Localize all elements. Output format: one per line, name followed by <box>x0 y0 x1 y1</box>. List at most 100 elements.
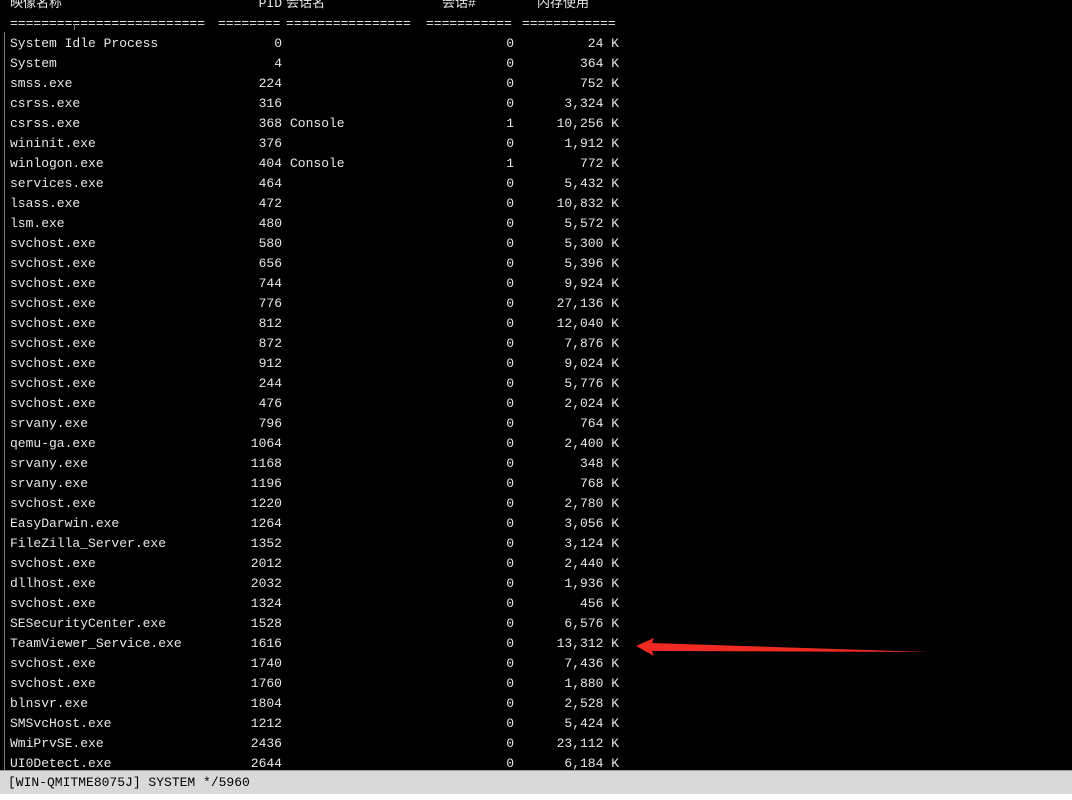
process-name: SESecurityCenter.exe <box>10 616 167 631</box>
table-row: System Idle Process 0 0 24 K <box>0 34 640 54</box>
header-image-name: 映像名称 <box>10 0 63 11</box>
table-row: svchost.exe 1760 0 1,880 K <box>0 674 640 694</box>
process-session-num: 0 <box>506 556 514 571</box>
status-bar-text: [WIN-QMITME8075J] SYSTEM */5960 <box>8 775 250 790</box>
status-bar-divider <box>74 24 75 30</box>
process-mem-usage: 1,880 K <box>564 676 619 691</box>
process-mem-usage: 9,924 K <box>564 276 619 291</box>
process-session-num: 0 <box>506 136 514 151</box>
header-session-name: 会话名 <box>286 0 326 11</box>
table-row: services.exe 464 0 5,432 K <box>0 174 640 194</box>
process-mem-usage: 23,112 K <box>556 736 619 751</box>
process-name: svchost.exe <box>10 596 96 611</box>
process-mem-usage: 7,436 K <box>564 656 619 671</box>
process-name: svchost.exe <box>10 556 96 571</box>
process-pid: 472 <box>258 196 282 211</box>
process-name: svchost.exe <box>10 256 96 271</box>
process-session-num: 0 <box>506 356 514 371</box>
table-row: EasyDarwin.exe 1264 0 3,056 K <box>0 514 640 534</box>
header-pid: PID <box>258 0 282 11</box>
process-session-num: 1 <box>506 116 514 131</box>
process-session-num: 0 <box>506 516 514 531</box>
process-session-name: Console <box>290 116 345 131</box>
process-name: services.exe <box>10 176 104 191</box>
table-row: SESecurityCenter.exe 1528 0 6,576 K <box>0 614 640 634</box>
process-mem-usage: 1,912 K <box>564 136 619 151</box>
table-row: svchost.exe 872 0 7,876 K <box>0 334 640 354</box>
bottom-strip <box>0 794 1072 800</box>
process-pid: 2012 <box>250 556 282 571</box>
process-session-num: 0 <box>506 736 514 751</box>
table-row: FileZilla_Server.exe 1352 0 3,124 K <box>0 534 640 554</box>
process-name: svchost.exe <box>10 396 96 411</box>
process-mem-usage: 6,576 K <box>564 616 619 631</box>
process-pid: 796 <box>258 416 282 431</box>
process-name: blnsvr.exe <box>10 696 89 711</box>
process-mem-usage: 12,040 K <box>556 316 619 331</box>
process-name: WmiPrvSE.exe <box>10 736 104 751</box>
table-row: svchost.exe 912 0 9,024 K <box>0 354 640 374</box>
header-mem-usage: 内存使用 <box>537 0 590 11</box>
process-mem-usage: 1,936 K <box>564 576 619 591</box>
process-pid: 2436 <box>250 736 282 751</box>
table-row: smss.exe 224 0 752 K <box>0 74 640 94</box>
process-mem-usage: 456 K <box>579 596 619 611</box>
process-mem-usage: 24 K <box>587 36 619 51</box>
table-row: srvany.exe 1168 0 348 K <box>0 454 640 474</box>
process-mem-usage: 772 K <box>579 156 619 171</box>
separator-session-num: =========== <box>426 16 512 31</box>
process-name: lsm.exe <box>10 216 65 231</box>
process-name: svchost.exe <box>10 336 96 351</box>
process-pid: 1616 <box>250 636 282 651</box>
process-mem-usage: 5,432 K <box>564 176 619 191</box>
process-pid: 1804 <box>250 696 282 711</box>
process-session-num: 0 <box>506 276 514 291</box>
process-session-num: 0 <box>506 716 514 731</box>
process-name: csrss.exe <box>10 116 81 131</box>
process-session-num: 0 <box>506 176 514 191</box>
process-session-num: 0 <box>506 296 514 311</box>
process-pid: 656 <box>258 256 282 271</box>
process-mem-usage: 5,776 K <box>564 376 619 391</box>
process-mem-usage: 2,780 K <box>564 496 619 511</box>
process-pid: 1168 <box>250 456 282 471</box>
process-session-num: 0 <box>506 456 514 471</box>
process-pid: 872 <box>258 336 282 351</box>
process-name: TeamViewer_Service.exe <box>10 636 182 651</box>
process-name: winlogon.exe <box>10 156 104 171</box>
process-session-num: 0 <box>506 576 514 591</box>
process-name: svchost.exe <box>10 356 96 371</box>
process-mem-usage: 2,024 K <box>564 396 619 411</box>
process-name: svchost.exe <box>10 676 96 691</box>
process-name: svchost.exe <box>10 296 96 311</box>
table-row: csrss.exe 316 0 3,324 K <box>0 94 640 114</box>
separator-pid: ======== <box>218 16 281 31</box>
process-session-num: 0 <box>506 656 514 671</box>
table-row: svchost.exe 656 0 5,396 K <box>0 254 640 274</box>
table-row: SMSvcHost.exe 1212 0 5,424 K <box>0 714 640 734</box>
console-window[interactable]: 映像名称 PID 会话名 会话# 内存使用 ==================… <box>0 0 1072 770</box>
process-pid: 376 <box>258 136 282 151</box>
table-row: svchost.exe 812 0 12,040 K <box>0 314 640 334</box>
process-name: svchost.exe <box>10 236 96 251</box>
process-pid: 776 <box>258 296 282 311</box>
process-pid: 1064 <box>250 436 282 451</box>
process-mem-usage: 5,300 K <box>564 236 619 251</box>
process-name: UI0Detect.exe <box>10 756 112 770</box>
process-pid: 0 <box>274 36 282 51</box>
table-row: lsm.exe 480 0 5,572 K <box>0 214 640 234</box>
table-row: blnsvr.exe 1804 0 2,528 K <box>0 694 640 714</box>
table-row: csrss.exe 368 Console 1 10,256 K <box>0 114 640 134</box>
process-mem-usage: 9,024 K <box>564 356 619 371</box>
table-row: System 4 0 364 K <box>0 54 640 74</box>
process-mem-usage: 5,424 K <box>564 716 619 731</box>
process-name: csrss.exe <box>10 96 81 111</box>
process-session-num: 0 <box>506 36 514 51</box>
separator-image-name: ========================= <box>10 16 206 31</box>
process-name: smss.exe <box>10 76 73 91</box>
process-pid: 912 <box>258 356 282 371</box>
process-pid: 1220 <box>250 496 282 511</box>
process-pid: 2644 <box>250 756 282 770</box>
process-name: srvany.exe <box>10 416 89 431</box>
process-pid: 1352 <box>250 536 282 551</box>
